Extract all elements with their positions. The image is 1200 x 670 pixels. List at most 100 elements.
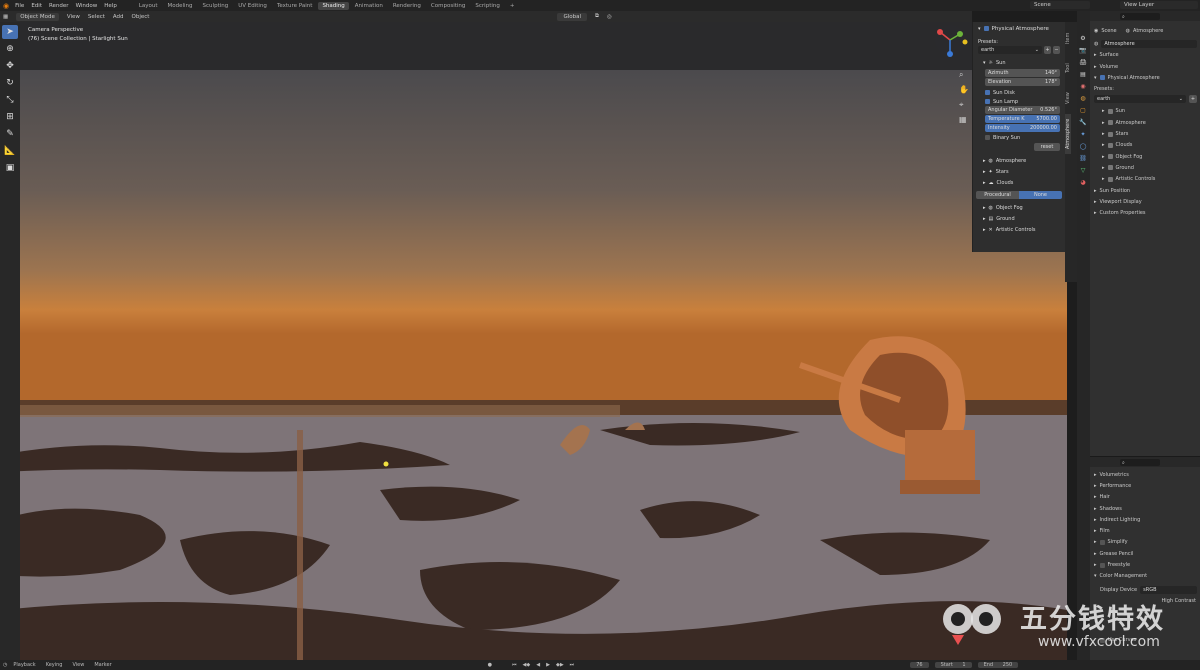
ground-section[interactable]: Ground (996, 216, 1014, 222)
view-layer-selector[interactable]: View Layer (1120, 1, 1198, 9)
render-panel[interactable]: ▾ Color Management (1090, 571, 1200, 582)
render-panel[interactable]: ▸ Volumetrics (1090, 469, 1200, 480)
physical-atmosphere-panel[interactable]: ▾ Physical Atmosphere (1090, 72, 1200, 83)
sidebar-tab-item[interactable]: Item (1065, 24, 1071, 52)
expand-icon[interactable]: ▸ (1094, 210, 1097, 216)
expand-icon[interactable]: ▸ (1094, 483, 1097, 489)
render-props-icon[interactable]: 📷 (1078, 45, 1088, 55)
workspace-tab[interactable]: UV Editing (234, 2, 271, 10)
prop-panel[interactable]: ▸ Sun Position (1090, 185, 1200, 196)
transform-tool-icon[interactable]: ⊞ (2, 110, 18, 124)
object-props-icon[interactable]: ▢ (1078, 105, 1088, 115)
navigation-gizmo[interactable]: ⌕ ✋ ⌖ ▦ (930, 22, 970, 142)
viewport-menu-add[interactable]: Add (113, 14, 124, 20)
prop-sub-panel[interactable]: ▸ Sun (1090, 106, 1200, 117)
workspace-tab[interactable]: Modeling (164, 2, 197, 10)
timeline-menu-marker[interactable]: Marker (94, 662, 111, 668)
prop-sub-panel[interactable]: ▸ Clouds (1090, 140, 1200, 151)
expand-icon[interactable]: ▸ (1102, 176, 1105, 182)
prop-sub-panel[interactable]: ▸ Ground (1090, 162, 1200, 173)
workspace-tab[interactable]: Scripting (471, 2, 503, 10)
expand-icon[interactable]: ▸ (1102, 131, 1105, 137)
cursor-tool-icon[interactable]: ⊕ (2, 42, 18, 56)
sun-expand-icon[interactable]: ▾ (983, 60, 986, 66)
jump-start-icon[interactable]: ⏮ (512, 662, 517, 668)
timeline-menu-view[interactable]: View (72, 662, 84, 668)
physics-props-icon[interactable]: ◯ (1078, 141, 1088, 151)
artistic-expand-icon[interactable]: ▸ (983, 227, 986, 233)
viewport-menu-view[interactable]: View (67, 14, 80, 20)
proportional-icon[interactable]: ◎ (607, 14, 612, 20)
render-panel[interactable]: ▸ Grease Pencil (1090, 548, 1200, 559)
snap-icon[interactable]: ⧉ (595, 13, 599, 20)
sidebar-tab-view[interactable]: View (1065, 84, 1071, 112)
transform-orientation[interactable]: Global (557, 12, 588, 21)
workspace-tab[interactable]: Layout (135, 2, 162, 10)
prop-panel[interactable]: ▸ Viewport Display (1090, 196, 1200, 207)
expand-icon[interactable]: ▸ (1094, 562, 1097, 568)
panel-expand-icon[interactable]: ▾ (978, 26, 981, 32)
data-props-icon[interactable]: ▽ (1078, 165, 1088, 175)
world-datablock[interactable]: Atmosphere (1101, 39, 1197, 48)
expand-icon[interactable]: ▸ (1094, 517, 1097, 523)
current-frame-field[interactable]: 76 (910, 662, 929, 668)
stars-section[interactable]: Stars (996, 169, 1009, 175)
viewport-menu-object[interactable]: Object (132, 14, 150, 20)
prev-key-icon[interactable]: ◀◆ (523, 662, 531, 668)
object-fog-section[interactable]: Object Fog (996, 205, 1023, 211)
render-panel[interactable]: ▸ Shadows (1090, 503, 1200, 514)
intensity-field[interactable]: Intensity 200000.00 (985, 124, 1060, 132)
workspace-tab[interactable]: Rendering (389, 2, 425, 10)
jump-end-icon[interactable]: ⏭ (570, 662, 575, 668)
material-props-icon[interactable]: ◕ (1078, 177, 1088, 187)
expand-icon[interactable]: ▸ (1094, 528, 1097, 534)
remove-preset-button[interactable]: − (1053, 46, 1060, 54)
expand-icon[interactable]: ▸ (1102, 154, 1105, 160)
select-tool-icon[interactable]: ➤ (2, 25, 18, 39)
azimuth-field[interactable]: Azimuth 140° (985, 69, 1060, 77)
menu-file[interactable]: File (15, 3, 24, 9)
surface-panel[interactable]: ▸ Surface (1090, 50, 1200, 61)
expand-icon[interactable]: ▸ (1102, 120, 1105, 126)
start-frame-field[interactable]: Start 1 (934, 662, 972, 668)
play-reverse-icon[interactable]: ◀ (536, 662, 540, 668)
prop-panel[interactable]: ▸ Custom Properties (1090, 207, 1200, 218)
sun-lamp-checkbox[interactable] (985, 99, 990, 104)
physical-atmosphere-checkbox[interactable] (983, 26, 989, 31)
expand-icon[interactable]: ▸ (1094, 199, 1097, 205)
3d-viewport[interactable] (0, 70, 1067, 660)
sidebar-tab-atmosphere[interactable]: Atmosphere (1065, 114, 1071, 154)
workspace-tab[interactable]: + (506, 2, 519, 10)
output-props-icon[interactable]: 🖨 (1078, 57, 1088, 67)
prop-sub-panel[interactable]: ▸ Atmosphere (1090, 117, 1200, 128)
prop-add-preset-button[interactable]: + (1189, 95, 1197, 104)
blender-logo-icon[interactable]: ◉ (3, 2, 9, 10)
display-device-select[interactable]: sRGB (1140, 585, 1197, 594)
render-panel[interactable]: ▸ Simplify (1090, 537, 1200, 548)
render-panel[interactable]: ▸ Hair (1090, 492, 1200, 503)
prop-phys-checkbox[interactable] (1099, 75, 1105, 81)
artistic-controls-section[interactable]: Artistic Controls (996, 227, 1036, 233)
atmosphere-section[interactable]: Atmosphere (996, 158, 1026, 164)
workspace-tab[interactable]: Animation (351, 2, 387, 10)
light-gizmo[interactable] (383, 461, 389, 467)
object-fog-expand-icon[interactable]: ▸ (983, 205, 986, 211)
mode-select[interactable]: Object Mode (16, 12, 59, 21)
add-cube-tool-icon[interactable]: ▣ (2, 161, 18, 175)
measure-tool-icon[interactable]: 📐 (2, 144, 18, 158)
constraints-props-icon[interactable]: ⛓ (1078, 153, 1088, 163)
tool-props-icon[interactable]: ⚙ (1078, 33, 1088, 43)
expand-icon[interactable]: ▸ (1094, 539, 1097, 545)
render-panel[interactable]: ▸ Performance (1090, 480, 1200, 491)
workspace-tab[interactable]: Sculpting (199, 2, 233, 10)
tab-none[interactable]: None (1019, 191, 1062, 199)
workspace-tab[interactable]: Compositing (427, 2, 469, 10)
reset-button[interactable]: reset (1034, 143, 1060, 151)
expand-icon[interactable]: ▸ (1102, 165, 1105, 171)
expand-icon[interactable]: ▸ (1094, 551, 1097, 557)
play-icon[interactable]: ▶ (546, 662, 550, 668)
volume-panel[interactable]: ▸ Volume (1090, 61, 1200, 72)
render-panel[interactable]: ▸ Film (1090, 525, 1200, 536)
scale-tool-icon[interactable]: ⤡ (2, 93, 18, 107)
clouds-section[interactable]: Clouds (997, 180, 1014, 186)
